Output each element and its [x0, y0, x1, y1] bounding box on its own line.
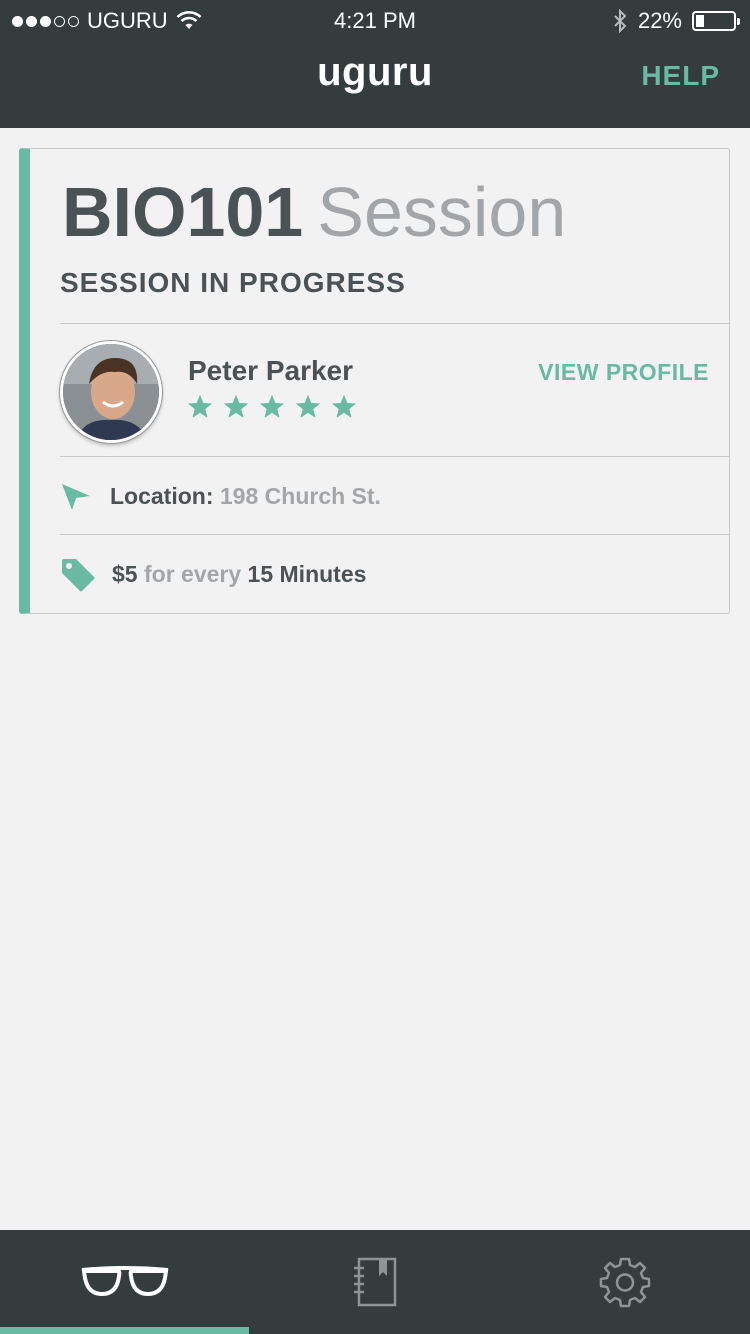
pricing-row: $5 for every 15 Minutes	[112, 561, 366, 588]
tutor-name: Peter Parker	[188, 355, 354, 386]
status-bar: UGURU 4:21 PM 22%	[0, 0, 750, 42]
star-icon	[187, 394, 213, 418]
tab-notebook[interactable]	[250, 1230, 500, 1334]
avatar[interactable]	[60, 341, 162, 443]
location-row: Location: 198 Church St.	[110, 483, 381, 510]
divider	[60, 534, 729, 535]
avatar-photo	[63, 344, 159, 440]
active-tab-indicator	[0, 1327, 249, 1334]
battery-icon	[692, 11, 740, 31]
battery-percent: 22%	[637, 8, 682, 33]
session-status: SESSION IN PROGRESS	[60, 267, 406, 298]
status-right: 22%	[612, 8, 740, 34]
price-tag-icon	[62, 559, 95, 592]
view-profile-link[interactable]: VIEW PROFILE	[538, 359, 709, 386]
star-rating	[186, 393, 358, 421]
glasses-icon	[81, 1266, 169, 1297]
divider	[60, 456, 729, 457]
star-icon	[295, 394, 321, 418]
gear-icon	[599, 1257, 651, 1308]
star-icon	[259, 394, 285, 418]
divider	[60, 323, 729, 324]
course-code: BIO101	[62, 173, 304, 251]
session-card: BIO101 Session SESSION IN PROGRESS Peter …	[19, 148, 730, 614]
battery-fill	[696, 15, 704, 27]
tab-sessions[interactable]	[0, 1230, 250, 1334]
top-navigation-bar: UGURU 4:21 PM 22% uguru HELP	[0, 0, 750, 128]
bottom-tab-bar	[0, 1230, 750, 1334]
session-title: BIO101 Session	[62, 177, 566, 247]
location-value: 198 Church St.	[219, 483, 381, 509]
price-interval: 15 Minutes	[247, 561, 367, 587]
course-session-word: Session	[317, 173, 567, 251]
app-logo: uguru	[317, 50, 433, 94]
tab-settings[interactable]	[500, 1230, 750, 1334]
location-arrow-icon	[62, 484, 90, 510]
price-amount: $5	[112, 561, 138, 587]
star-icon	[223, 394, 249, 418]
bluetooth-icon	[614, 9, 627, 33]
price-connector: for every	[143, 561, 242, 587]
location-label: Location:	[110, 483, 214, 509]
notebook-icon	[354, 1257, 397, 1307]
star-icon	[331, 394, 357, 418]
help-button[interactable]: HELP	[641, 60, 720, 92]
